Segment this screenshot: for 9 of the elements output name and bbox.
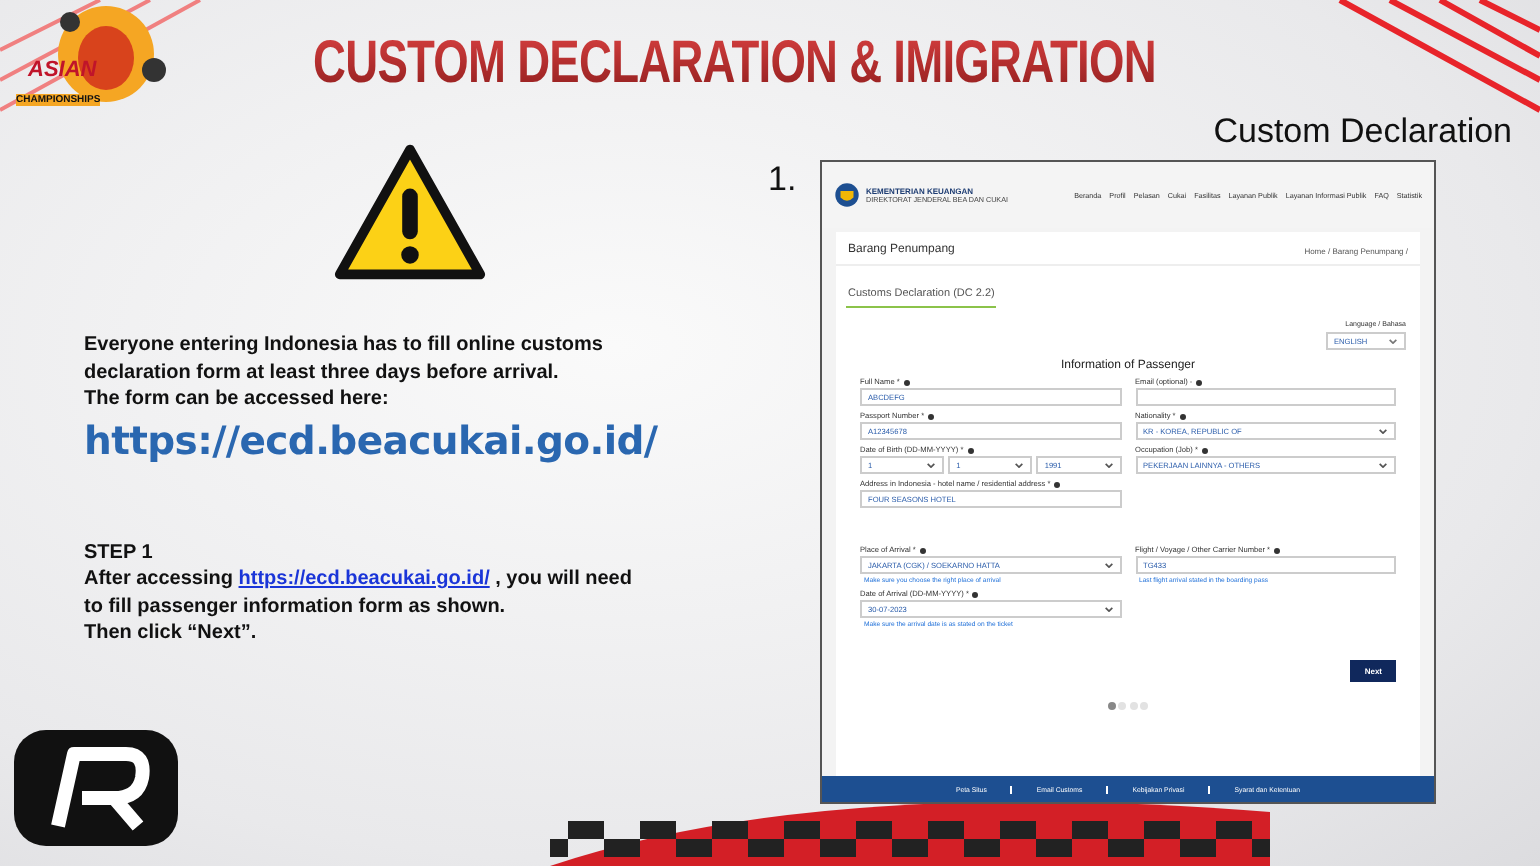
step-heading: STEP 1 — [84, 539, 155, 566]
website-link[interactable]: https://ecd.beacukai.go.id/ — [84, 417, 764, 463]
website-link[interactable]: https://ecd.beacukai.go.id/ — [238, 568, 490, 590]
step-number: 1. — [768, 160, 799, 200]
intro-text: Everyone entering Indonesia has to fill online customs declaration form at least three days before arrival. — [84, 332, 605, 386]
intro-text: The form can be accessed here: — [84, 386, 391, 413]
figure-caption: Custom Declaration — [1213, 112, 1512, 152]
step-text: After accessing https://ecd.beacukai.go.id/ , you will need to fill passenger information form as shown. — [84, 566, 634, 620]
step-text: Then click “Next”. — [84, 620, 259, 647]
